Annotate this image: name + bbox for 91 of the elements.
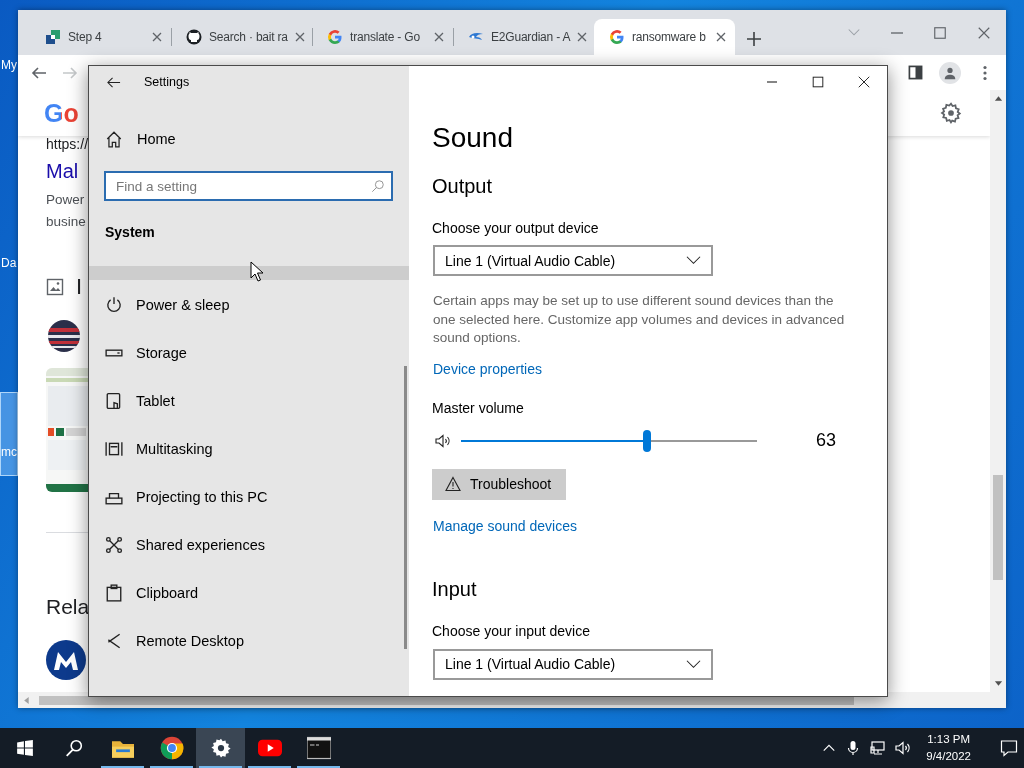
browser-tab[interactable]: Step 4 [30,19,171,55]
nav-item[interactable]: Multitasking [89,425,409,473]
related-heading: Rela [46,594,90,620]
maximize-icon [933,25,947,40]
tablet-icon [105,392,123,410]
gear-icon [210,738,231,758]
close-icon[interactable] [716,32,726,42]
field-label: Choose your output device [432,219,599,238]
description-text: Certain apps may be set up to use different sound devices than the one selected here. Customize app volumes and devices in advanced sound options. [433,292,846,347]
google-icon [327,29,343,45]
result-title-link[interactable]: Mal [46,158,79,184]
shield-logo-icon [46,640,86,680]
side-panel-icon [908,65,923,80]
minimize-icon [767,81,777,83]
close-icon[interactable] [152,32,162,42]
chrome-icon [159,736,184,760]
scroll-down-icon [993,680,1003,688]
browser-tab[interactable]: ransomware b [594,19,735,55]
manage-devices-link[interactable]: Manage sound devices [433,515,577,536]
desktop-icon-label[interactable]: My [1,58,19,72]
taskbar-button[interactable] [196,728,245,768]
close-icon[interactable] [434,32,444,42]
result-snippet: busine [46,213,86,231]
close-icon[interactable] [577,32,588,42]
scroll-up-icon [993,94,1003,102]
speaker-icon [435,432,451,449]
section-heading: Output [432,174,493,199]
steps-icon [45,29,61,45]
person-icon [943,65,957,80]
search-icon [371,179,385,193]
volume-slider[interactable] [461,429,757,452]
volume-thumb[interactable] [643,429,652,452]
search-field[interactable]: Find a setting [104,171,393,201]
desktop-icon-label[interactable]: Da [1,256,19,270]
nodes-icon [105,536,123,554]
speaker-icon [895,740,912,756]
scrollbar[interactable] [404,366,407,649]
field-label: Master volume [432,398,524,418]
nav-item[interactable]: Shared experiences [89,521,409,569]
clock-time[interactable]: 1:13 PM [927,731,971,748]
nav-item[interactable]: Tablet [89,377,409,425]
forward-arrow-icon [62,64,78,81]
clipboard-icon [105,584,123,602]
close-icon[interactable] [294,32,305,42]
terminal-icon [306,736,331,760]
notification-icon [1000,739,1018,757]
home-icon [105,130,123,148]
result-url: https:// [46,136,89,152]
input-device-dropdown[interactable]: Line 1 (Virtual Audio Cable) [433,648,713,680]
minimize-icon [891,31,903,34]
section-heading: Input [432,576,477,602]
device-properties-link[interactable]: Device properties [433,358,542,379]
result-snippet: Power [46,191,85,209]
nav-item[interactable]: Remote Desktop [89,617,409,665]
field-label: Choose your input device [432,621,590,641]
images-heading: I [76,274,83,300]
clock-date[interactable]: 9/4/2022 [926,748,971,765]
nav-item[interactable]: Power & sleep [89,281,409,329]
settings-icon [940,102,962,124]
output-device-dropdown[interactable]: Line 1 (Virtual Audio Cable) [433,245,713,276]
search-icon [64,739,83,757]
scrollbar-thumb[interactable] [39,695,854,705]
multitasking-icon [105,440,123,458]
browser-tab[interactable]: Search · bait ra [171,19,312,55]
windows-icon [15,739,34,757]
browser-tab[interactable]: E2Guardian - A [453,19,594,55]
browser-tab[interactable]: translate - Go [312,19,453,55]
page-title: Sound [432,121,513,155]
pointer-icon [250,261,264,282]
troubleshoot-button[interactable]: Troubleshoot [432,468,566,500]
power-icon [105,296,123,314]
google-icon [609,29,625,45]
network-icon [870,740,887,756]
scrollbar-thumb[interactable] [993,475,1003,580]
home-nav-item[interactable]: Home [89,119,409,159]
nav-item[interactable]: Storage [89,329,409,377]
scroll-left-icon [22,695,30,705]
nav-item[interactable]: Clipboard [89,569,409,617]
section-heading: System [104,223,156,242]
remote-desktop-icon [105,632,123,650]
close-icon [857,75,871,89]
close-icon [977,25,991,40]
maximize-icon [811,75,825,89]
nav-item[interactable]: Projecting to this PC [89,473,409,521]
volume-value: 63 [816,430,837,451]
window-title: Settings [144,75,190,89]
back-arrow-icon [31,64,47,81]
new-tab-icon[interactable] [747,32,761,46]
warning-icon [445,476,461,492]
image-icon [46,278,64,296]
profile-avatar[interactable] [939,61,961,84]
